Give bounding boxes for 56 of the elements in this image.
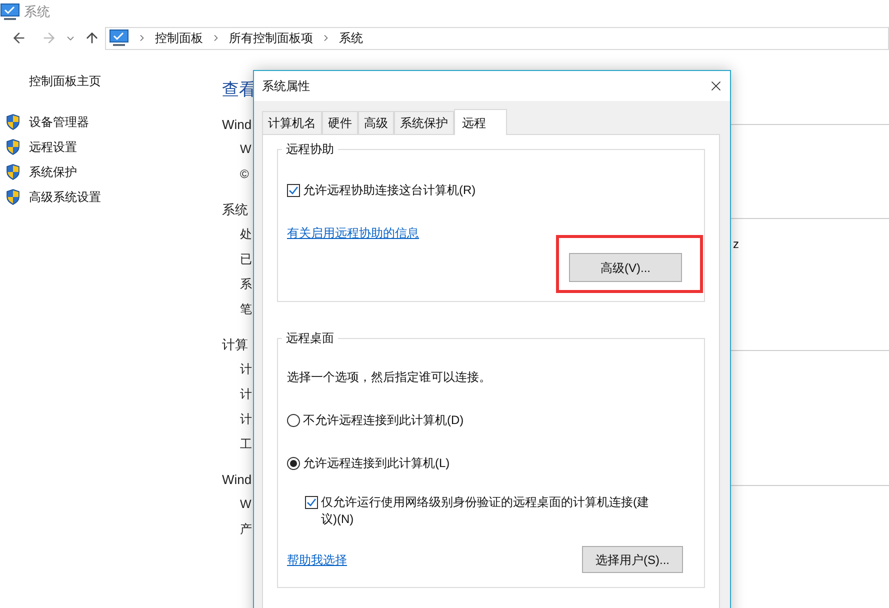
sidebar-link[interactable]: 高级系统设置 (29, 188, 101, 206)
window-title: 系统 (24, 3, 50, 22)
checkbox-label[interactable]: 允许远程协助连接这台计算机(R) (303, 181, 476, 199)
tab[interactable]: 远程 (454, 109, 507, 135)
group-title: 远程协助 (282, 141, 338, 157)
up-icon[interactable] (84, 30, 100, 46)
page-heading: 查看 (222, 79, 256, 101)
tab[interactable]: 硬件 (322, 111, 358, 134)
back-icon[interactable] (11, 30, 27, 46)
shield-icon (6, 114, 20, 130)
group-title: 远程桌面 (282, 330, 338, 346)
info-label: 处 (240, 226, 252, 243)
breadcrumb-item[interactable]: 所有控制面板项 (229, 29, 313, 47)
radio-label[interactable]: 允许远程连接到此计算机(L) (303, 454, 450, 472)
breadcrumb-item[interactable]: 系统 (339, 29, 363, 47)
section-title: 计算 (222, 336, 248, 354)
checkbox-label[interactable]: 仅允许运行使用网络级别身份验证的远程桌面的计算机连接(建议)(N) (321, 494, 661, 528)
sidebar-link[interactable]: 系统保护 (29, 162, 77, 180)
info-label: 计 (240, 361, 252, 378)
info-label: W (240, 141, 252, 158)
checkbox[interactable] (305, 496, 318, 509)
sidebar-link[interactable]: 远程设置 (29, 138, 77, 156)
select-users-button[interactable]: 选择用户(S)... (582, 546, 683, 573)
info-label: 计 (240, 386, 252, 403)
info-label: 已 (240, 251, 252, 268)
advanced-button[interactable]: 高级(V)... (569, 253, 682, 282)
address-bar[interactable]: 控制面板 所有控制面板项 系统 (105, 26, 889, 50)
info-label: W (240, 496, 252, 513)
tab[interactable]: 系统保护 (394, 111, 454, 134)
tab[interactable]: 计算机名 (262, 111, 322, 134)
info-label: 工 (240, 436, 252, 453)
section-title: Wind (222, 116, 252, 134)
shield-icon (6, 164, 20, 180)
radio-button[interactable] (287, 456, 300, 470)
sidebar-home-link[interactable]: 控制面板主页 (29, 72, 222, 90)
radio-label[interactable]: 不允许远程连接到此计算机(D) (303, 411, 464, 429)
shield-icon (6, 188, 20, 204)
shield-icon (6, 138, 20, 154)
info-label: 计 (240, 411, 252, 428)
info-label: © (240, 166, 249, 183)
checkbox[interactable] (287, 184, 300, 196)
dialog-title: 系统属性 (262, 78, 310, 95)
help-link[interactable]: 帮助我选择 (287, 550, 347, 568)
info-label: 笔 (240, 301, 252, 318)
radio-button[interactable] (287, 414, 300, 426)
info-value: z (733, 236, 740, 253)
sidebar-link[interactable]: 设备管理器 (29, 112, 89, 130)
info-label: 系 (240, 276, 252, 293)
computer-icon (109, 29, 129, 47)
breadcrumb-item[interactable]: 控制面板 (155, 29, 203, 47)
section-title: 系统 (222, 201, 248, 219)
section-title: Wind (222, 471, 252, 489)
tab[interactable]: 高级 (358, 111, 394, 134)
info-link[interactable]: 有关启用远程协助的信息 (287, 224, 419, 242)
info-label: 产 (240, 521, 252, 538)
instruction-text: 选择一个选项，然后指定谁可以连接。 (287, 369, 492, 386)
